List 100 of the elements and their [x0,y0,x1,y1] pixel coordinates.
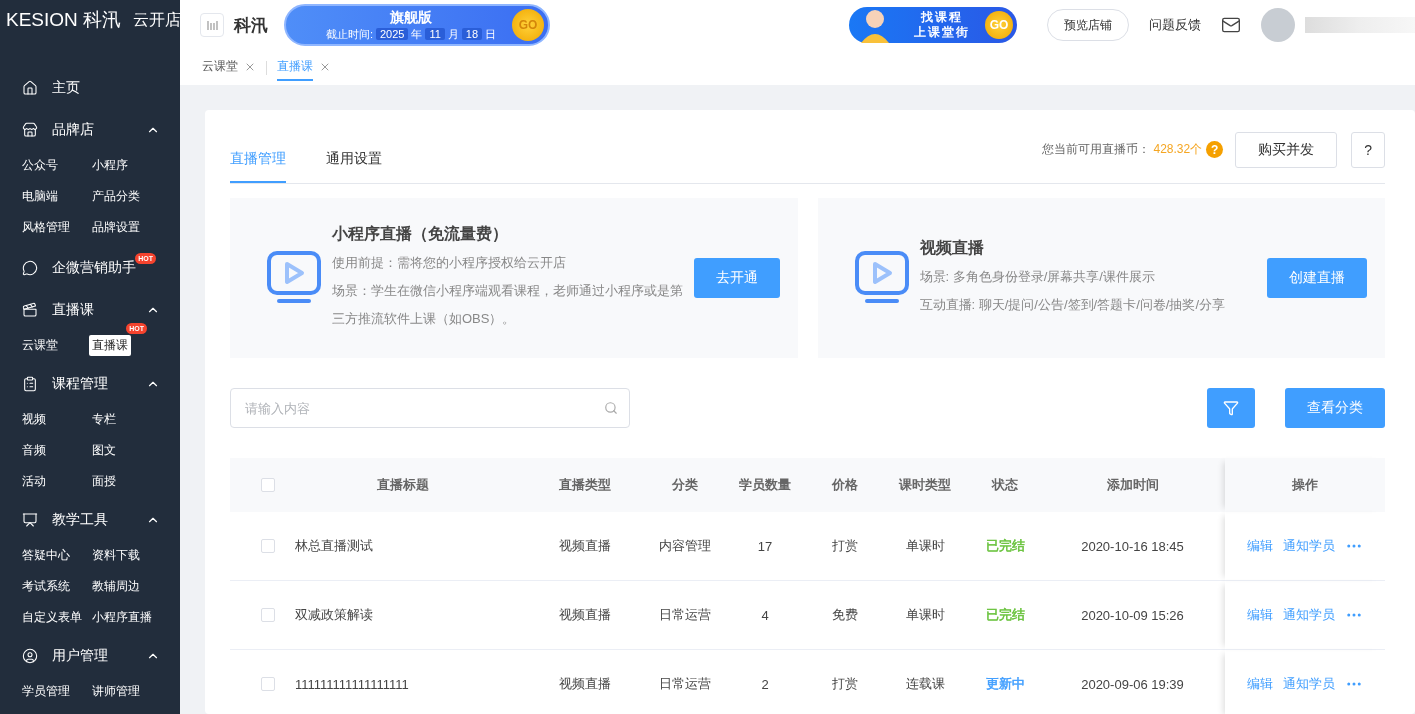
buy-button[interactable]: 购买并发 [1235,131,1338,168]
column-header: 学员数量 [739,476,791,494]
sidebar-item[interactable]: 云课堂 [19,335,61,356]
clipboard-icon [22,376,38,392]
table-cell: 17 [757,538,773,554]
sidebar-item[interactable]: 图文 [89,440,119,461]
table-cell: 111111111111111111 [295,676,409,692]
table-cell: 2020-10-09 15:26 [1081,607,1184,623]
shop-name: 科汛 [234,14,268,37]
status-text: 已完结 [985,537,1025,555]
sidebar-item[interactable]: 活动 [19,471,49,492]
home-icon [22,80,38,96]
sidebar-item[interactable]: 电脑端 [19,186,61,207]
table-cell: 单课时 [905,537,945,555]
table-cell: 双减政策解读 [295,606,373,624]
table-cell: 林总直播测试 [295,537,373,555]
sidebar-item[interactable]: 音频 [19,440,49,461]
table-cell: 视频直播 [559,606,611,624]
sidebar-section[interactable]: 用户管理 [52,647,108,665]
column-header: 价格 [832,476,858,494]
sidebar-item[interactable]: 讲师管理 [89,681,143,702]
sidebar-section[interactable]: 课程管理 [52,375,108,393]
table-cell: 连载课 [905,675,945,693]
sidebar-item[interactable]: 小程序 [89,155,131,176]
mail-icon[interactable] [1221,15,1241,35]
sidebar-section[interactable]: 企微营销助手 [52,259,136,277]
feedback-link[interactable]: 问题反馈 [1149,16,1201,34]
sidebar-item[interactable]: 面授 [89,471,119,492]
user-circle-icon [22,648,38,664]
sidebar-section[interactable]: 直播课 [52,301,94,319]
row-checkbox[interactable] [260,539,275,553]
promo-banner[interactable]: 找课程 上课堂街 GO [849,7,1017,43]
row-checkbox[interactable] [260,608,275,622]
sidebar-section[interactable]: 品牌店 [52,121,94,139]
table-cell: 打赏 [832,537,858,555]
column-header: 状态 [992,476,1018,494]
chat-bubble-icon [22,260,38,276]
column-header: 直播类型 [559,476,611,494]
table-cell: 单课时 [905,606,945,624]
column-header: 分类 [672,476,698,494]
sidebar-item[interactable]: 小程序直播 [89,607,155,628]
column-header: 添加时间 [1106,476,1159,494]
avatar[interactable] [1261,8,1295,42]
play-screen-icon [266,250,322,306]
table-cell: 打赏 [832,675,858,693]
sidebar-item[interactable]: 视频 [19,409,49,430]
search-icon[interactable] [604,401,618,415]
sidebar-item[interactable]: 风格管理 [19,217,73,238]
play-screen-icon [853,250,910,306]
row-checkbox[interactable] [260,677,275,691]
status-text: 更新中 [985,675,1025,693]
sidebar-item[interactable]: 专栏 [89,409,119,430]
table-cell: 2 [761,676,769,692]
brand-logo: KESION 科汛 [6,8,122,32]
feature-description: 场景: 多角色身份登录/屏幕共享/课件展示 [919,267,1156,286]
feature-title: 小程序直播（免流量费） [332,223,509,244]
column-header: 直播标题 [376,476,429,494]
table-cell: 4 [761,607,769,623]
sidebar-item[interactable]: 产品分类 [89,186,143,207]
sidebar-item[interactable]: 答疑中心 [19,545,73,566]
feature-description: 场景：学生在微信小程序端观看课程，老师通过小程序或是第三方推流软件上课（如OBS）。 [332,281,684,328]
table-cell: 视频直播 [559,537,611,555]
search-field[interactable]: 请输入内容 [230,388,630,428]
coins-value: 428.32个 [1153,141,1203,158]
sidebar-item[interactable]: 直播课 [89,335,131,356]
easel-icon [22,512,38,528]
column-header: 操作 [1292,476,1318,494]
table-cell: 免费 [832,606,858,624]
content-tab[interactable]: 通用设置 [326,128,382,183]
feature-description: 使用前提：需将您的小程序授权给云开店 [332,253,567,272]
table-cell: 日常运营 [659,675,711,693]
table-cell: 2020-10-16 18:45 [1081,538,1184,554]
status-text: 已完结 [985,606,1025,624]
store-name: 云开店 [133,9,180,30]
table-cell: 内容管理 [659,537,711,555]
sidebar-item[interactable]: 资料下载 [89,545,143,566]
feature-description: 互动直播: 聊天/提问/公告/签到/答题卡/问卷/抽奖/分享 [919,295,1226,314]
sidebar-item[interactable]: 自定义表单 [19,607,85,628]
sidebar-item[interactable]: 品牌设置 [89,217,143,238]
table-cell: 日常运营 [659,606,711,624]
help-button[interactable]: ? [1351,131,1385,168]
table-cell: 2020-09-06 19:39 [1081,676,1184,692]
select-all-checkbox[interactable] [260,478,275,492]
preview-store-button[interactable]: 预览店铺 [1047,9,1129,41]
column-header: 课时类型 [899,476,951,494]
coins-label: 您当前可用直播币： [1041,141,1150,158]
sidebar-item[interactable]: 学员管理 [19,681,73,702]
page-tab[interactable]: 云课堂 [202,52,238,81]
sidebar-item[interactable]: 考试系统 [19,576,73,597]
edition-banner[interactable]: 旗舰版 截止时间: 2025 年 11 月 18 日 GO [284,4,550,46]
store-icon [22,122,38,138]
sidebar-section[interactable]: 教学工具 [52,511,108,529]
sidebar-item[interactable]: 公众号 [19,155,61,176]
sidebar-item[interactable]: 教辅周边 [89,576,143,597]
sidebar-section[interactable]: 主页 [52,79,80,97]
filter-icon [1223,400,1239,416]
shop-logo-icon [200,13,224,37]
table-cell: 视频直播 [559,675,611,693]
filter-button[interactable] [1207,388,1255,428]
feature-title: 视频直播 [919,237,985,258]
